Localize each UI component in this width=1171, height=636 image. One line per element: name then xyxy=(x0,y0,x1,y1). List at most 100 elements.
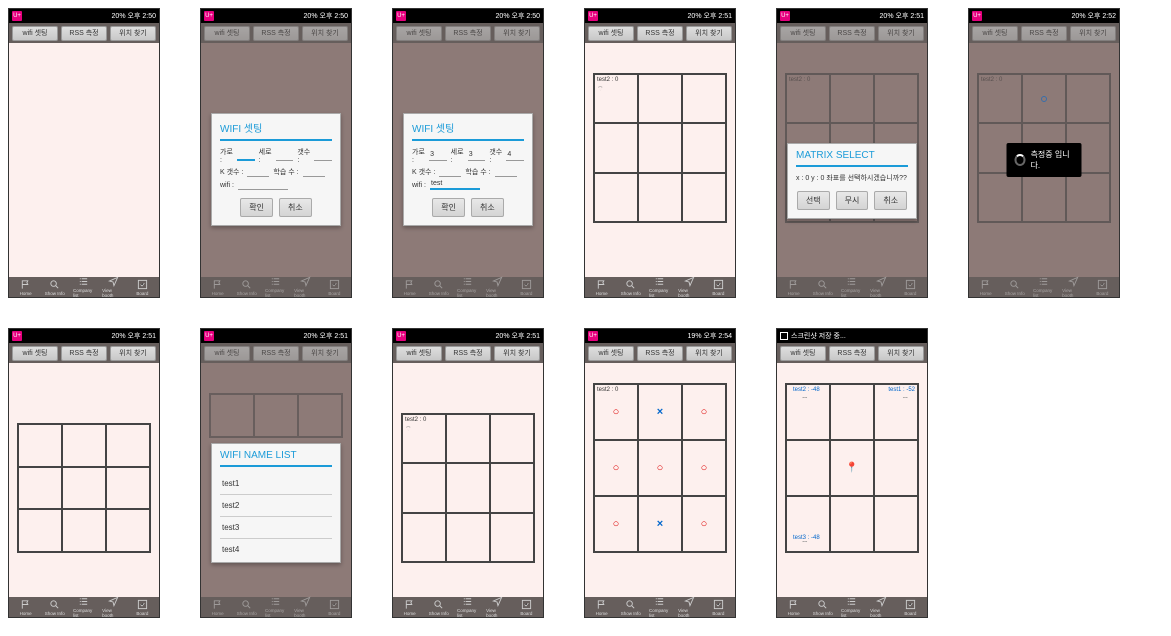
matrix-cell[interactable]: test1 : -52⌔ xyxy=(874,384,918,440)
nav-companylist[interactable]: Company list xyxy=(73,276,95,298)
matrix-cell[interactable] xyxy=(446,414,490,463)
nav-board[interactable]: Board xyxy=(131,279,153,296)
matrix-cell[interactable]: test2 : 0○ xyxy=(594,384,638,440)
ok-button[interactable]: 확인 xyxy=(432,198,465,217)
nav-viewbooth[interactable]: View booth xyxy=(678,276,700,298)
input-height[interactable]: 3 xyxy=(468,151,486,161)
nav-showinfo[interactable]: Show Info xyxy=(620,599,642,616)
matrix-cell[interactable]: ○ xyxy=(682,496,726,552)
nav-companylist[interactable]: Company list xyxy=(457,596,479,618)
matrix-cell[interactable]: 📍 xyxy=(830,440,874,496)
matrix-cell[interactable]: ○ xyxy=(682,440,726,496)
input-width[interactable]: 3 xyxy=(429,151,447,161)
nav-companylist[interactable]: Company list xyxy=(649,276,671,298)
tab-rss-measure[interactable]: RSS 측정 xyxy=(253,26,299,41)
matrix-cell[interactable] xyxy=(638,74,682,123)
nav-home[interactable]: Home xyxy=(15,599,37,616)
tab-rss-measure[interactable]: RSS 측정 xyxy=(829,346,875,361)
tab-wifi-setting[interactable]: wifi 셋팅 xyxy=(780,346,826,361)
nav-viewbooth[interactable]: View booth xyxy=(678,596,700,618)
matrix-cell[interactable] xyxy=(638,173,682,222)
matrix-cell[interactable]: × xyxy=(638,384,682,440)
input-wifi[interactable] xyxy=(238,180,288,190)
matrix-cell[interactable] xyxy=(682,173,726,222)
matrix-cell[interactable] xyxy=(874,440,918,496)
nav-viewbooth[interactable]: View booth xyxy=(102,276,124,298)
wifi-list-item[interactable]: test4 xyxy=(220,539,332,560)
wifi-list-item[interactable]: test2 xyxy=(220,495,332,517)
nav-board[interactable]: Board xyxy=(131,599,153,616)
matrix-cell[interactable] xyxy=(594,123,638,172)
matrix-cell[interactable]: test3 : -48⌔ xyxy=(786,496,830,552)
tab-wifi-setting[interactable]: wifi 셋팅 xyxy=(588,26,634,41)
tab-locate[interactable]: 위치 찾기 xyxy=(686,26,732,41)
matrix-cell[interactable] xyxy=(830,496,874,552)
nav-showinfo[interactable]: Show Info xyxy=(812,599,834,616)
nav-viewbooth[interactable]: View booth xyxy=(102,596,124,618)
matrix-cell[interactable] xyxy=(830,384,874,440)
input-count[interactable] xyxy=(314,151,332,161)
nav-showinfo[interactable]: Show Info xyxy=(44,599,66,616)
matrix-cell[interactable] xyxy=(638,123,682,172)
cancel-button[interactable]: 취소 xyxy=(279,198,312,217)
ignore-button[interactable]: 무시 xyxy=(836,191,869,210)
wifi-list-item[interactable]: test3 xyxy=(220,517,332,539)
nav-companylist[interactable]: Company list xyxy=(841,596,863,618)
nav-viewbooth[interactable]: View booth xyxy=(486,596,508,618)
matrix-cell[interactable] xyxy=(402,513,446,562)
matrix-cell[interactable] xyxy=(490,414,534,463)
wifi-list-item[interactable]: test1 xyxy=(220,473,332,495)
nav-board[interactable]: Board xyxy=(707,279,729,296)
matrix-cell[interactable]: test2 : 0⌔ xyxy=(402,414,446,463)
matrix-cell[interactable] xyxy=(682,74,726,123)
input-count[interactable]: 4 xyxy=(506,151,524,161)
tab-locate[interactable]: 위치 찾기 xyxy=(302,26,348,41)
nav-home[interactable]: Home xyxy=(399,599,421,616)
matrix-cell[interactable] xyxy=(62,509,106,552)
tab-locate[interactable]: 위치 찾기 xyxy=(110,346,156,361)
matrix-cell[interactable]: test2 : 0⌔ xyxy=(594,74,638,123)
matrix-cell[interactable] xyxy=(18,509,62,552)
nav-showinfo[interactable]: Show Info xyxy=(44,279,66,296)
nav-board[interactable]: Board xyxy=(515,599,537,616)
matrix-cell[interactable] xyxy=(18,424,62,467)
input-height[interactable] xyxy=(276,151,294,161)
matrix-cell[interactable] xyxy=(490,513,534,562)
nav-board[interactable]: Board xyxy=(707,599,729,616)
matrix-cell[interactable] xyxy=(874,496,918,552)
input-learn[interactable] xyxy=(303,167,325,177)
matrix-cell[interactable] xyxy=(446,513,490,562)
matrix-cell[interactable]: ○ xyxy=(594,440,638,496)
input-kcount[interactable] xyxy=(439,167,461,177)
tab-rss-measure[interactable]: RSS 측정 xyxy=(61,346,107,361)
matrix-cell[interactable] xyxy=(106,467,150,510)
tab-rss-measure[interactable]: RSS 측정 xyxy=(637,346,683,361)
matrix-cell[interactable] xyxy=(594,173,638,222)
input-learn[interactable] xyxy=(495,167,517,177)
matrix-cell[interactable] xyxy=(402,463,446,512)
matrix-cell[interactable] xyxy=(682,123,726,172)
nav-viewbooth[interactable]: View booth xyxy=(870,596,892,618)
input-wifi[interactable]: test xyxy=(430,180,480,190)
tab-locate[interactable]: 위치 찾기 xyxy=(110,26,156,41)
matrix-cell[interactable]: × xyxy=(638,496,682,552)
nav-companylist[interactable]: Company list xyxy=(73,596,95,618)
ok-button[interactable]: 확인 xyxy=(240,198,273,217)
matrix-cell[interactable] xyxy=(62,424,106,467)
nav-home[interactable]: Home xyxy=(15,279,37,296)
tab-wifi-setting[interactable]: wifi 셋팅 xyxy=(588,346,634,361)
matrix-cell[interactable]: ○ xyxy=(594,496,638,552)
matrix-cell[interactable] xyxy=(446,463,490,512)
matrix-cell[interactable] xyxy=(490,463,534,512)
cancel-button[interactable]: 취소 xyxy=(874,191,907,210)
tab-wifi-setting[interactable]: wifi 셋팅 xyxy=(12,26,58,41)
matrix-cell[interactable] xyxy=(62,467,106,510)
tab-rss-measure[interactable]: RSS 측정 xyxy=(637,26,683,41)
matrix-cell[interactable]: ○ xyxy=(638,440,682,496)
nav-home[interactable]: Home xyxy=(783,599,805,616)
input-width[interactable] xyxy=(237,151,255,161)
matrix-cell[interactable] xyxy=(18,467,62,510)
nav-showinfo[interactable]: Show Info xyxy=(428,599,450,616)
tab-wifi-setting[interactable]: wifi 셋팅 xyxy=(204,26,250,41)
select-button[interactable]: 선택 xyxy=(797,191,830,210)
